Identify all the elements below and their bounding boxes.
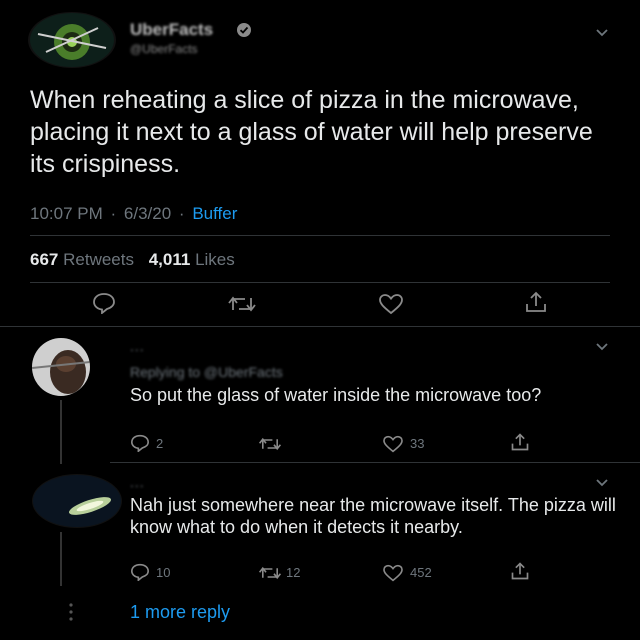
reply1-avatar[interactable] <box>32 338 90 396</box>
reply1-author-line[interactable]: ... <box>130 338 145 354</box>
reply1-like-count: 33 <box>410 436 425 451</box>
verified-icon <box>236 22 252 43</box>
like-icon[interactable] <box>382 564 404 587</box>
reply2-text: Nah just somewhere near the microwave it… <box>130 495 616 537</box>
retweets-count: 667 <box>30 250 59 269</box>
more-dots-icon <box>68 602 74 627</box>
chevron-down-icon[interactable] <box>594 338 610 354</box>
share-icon[interactable] <box>524 290 548 319</box>
retweet-icon[interactable] <box>228 294 256 319</box>
reply2-retweet-count: 12 <box>286 565 301 580</box>
reply2-reply-count: 10 <box>156 565 171 580</box>
tweet-source[interactable]: Buffer <box>192 204 237 223</box>
section-divider <box>110 462 640 463</box>
author-name[interactable]: UberFacts <box>130 20 213 40</box>
tweet-meta: 10:07 PM · 6/3/20 · Buffer <box>30 204 237 224</box>
reply2-avatar[interactable] <box>32 474 122 528</box>
likes-count: 4,011 <box>148 250 191 269</box>
more-replies-link[interactable]: 1 more reply <box>130 602 230 623</box>
thread-line <box>60 532 62 586</box>
like-icon[interactable] <box>382 435 404 458</box>
retweet-icon[interactable] <box>258 436 282 457</box>
reply2-like-count: 452 <box>410 565 432 580</box>
reply2-author-line[interactable]: ... <box>130 474 145 490</box>
tweet-stats: 667 Retweets 4,011 Likes <box>30 250 235 270</box>
reply1-text: So put the glass of water inside the mic… <box>130 385 542 405</box>
likes-stat[interactable]: 4,011 Likes <box>149 250 235 269</box>
author-handle[interactable]: @UberFacts <box>130 42 198 56</box>
tweet-date[interactable]: 6/3/20 <box>124 204 171 223</box>
reply-icon[interactable] <box>92 292 116 319</box>
divider <box>30 235 610 236</box>
divider <box>30 282 610 283</box>
thread-line <box>60 400 62 464</box>
chevron-down-icon[interactable] <box>594 474 610 490</box>
reply1-reply-count: 2 <box>156 436 164 451</box>
retweet-stat[interactable]: 667 Retweets <box>30 250 139 269</box>
like-icon[interactable] <box>378 293 404 320</box>
likes-label: Likes <box>195 250 235 269</box>
uberfacts-avatar[interactable] <box>28 12 116 68</box>
chevron-down-icon[interactable] <box>594 24 610 40</box>
retweet-icon[interactable] <box>258 565 282 586</box>
share-icon[interactable] <box>510 432 530 457</box>
section-divider <box>0 326 640 327</box>
tweet-time[interactable]: 10:07 PM <box>30 204 103 223</box>
retweets-label: Retweets <box>63 250 134 269</box>
share-icon[interactable] <box>510 561 530 586</box>
reply1-replying-to[interactable]: Replying to @UberFacts <box>130 364 283 380</box>
tweet-text: When reheating a slice of pizza in the m… <box>30 86 593 178</box>
reply-icon[interactable] <box>130 434 150 457</box>
reply-icon[interactable] <box>130 563 150 586</box>
meta-sep: · <box>110 204 117 223</box>
meta-sep: · <box>178 204 185 223</box>
